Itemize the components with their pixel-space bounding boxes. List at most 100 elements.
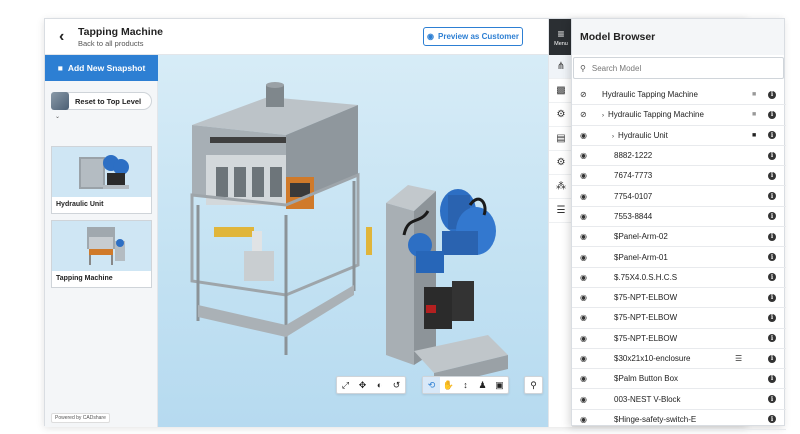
info-icon[interactable]: i bbox=[768, 415, 776, 424]
eye-icon[interactable]: ◉ bbox=[580, 374, 587, 383]
eye-icon[interactable]: ◉ bbox=[580, 253, 587, 262]
lock-icon[interactable]: ■ bbox=[752, 111, 756, 118]
info-icon[interactable]: i bbox=[768, 232, 776, 241]
snapshot-card-hydraulic-unit[interactable]: Hydraulic Unit bbox=[51, 146, 152, 214]
eye-icon[interactable]: ◉ bbox=[580, 293, 587, 302]
tool-sidebar: ≡ Menu ⋔ ▩ ⚙ ▤ ⚙ ⁂ ☰ bbox=[548, 19, 573, 427]
tree-row[interactable]: ◉ 7674-7773 i bbox=[572, 166, 786, 187]
info-icon[interactable]: i bbox=[768, 253, 776, 262]
info-icon[interactable]: i bbox=[768, 273, 776, 282]
info-icon[interactable]: i bbox=[768, 90, 776, 99]
eye-icon[interactable]: ◉ bbox=[580, 334, 587, 343]
info-icon[interactable]: i bbox=[768, 395, 776, 404]
contrast-icon[interactable]: ◐ bbox=[371, 377, 388, 393]
tree-row[interactable]: ◉ $75-NPT-ELBOW i bbox=[572, 308, 786, 329]
screenshot-icon[interactable]: ▣ bbox=[491, 377, 508, 393]
info-icon[interactable]: i bbox=[768, 131, 776, 140]
eye-icon[interactable]: ◉ bbox=[580, 212, 587, 221]
tree-row[interactable]: ◉ $Panel-Arm-01 i bbox=[572, 247, 786, 268]
eye-icon: ◉ bbox=[427, 32, 435, 41]
measure-icon[interactable]: ⚲ bbox=[525, 377, 542, 393]
eye-icon[interactable]: ◉ bbox=[580, 395, 587, 404]
tree-row[interactable]: ◉ $Hinge-safety-switch-E i bbox=[572, 410, 786, 431]
reset-rotate-icon[interactable]: ↺ bbox=[388, 377, 405, 393]
search-input[interactable] bbox=[591, 63, 762, 73]
tree-row[interactable]: ◉ $30x21x10-enclosure ☰ i bbox=[572, 349, 786, 370]
tree-row[interactable]: ◉ $.75X4.0.S.H.C.S i bbox=[572, 268, 786, 288]
eye-icon[interactable]: ◉ bbox=[580, 273, 587, 282]
hamburger-icon: ≡ bbox=[557, 26, 565, 41]
tree-row-label: Hydraulic Tapping Machine bbox=[608, 110, 704, 120]
settings-gears-icon[interactable]: ⚙ bbox=[549, 103, 573, 127]
tree-row[interactable]: ⊘ › Hydraulic Tapping Machine ■ i bbox=[572, 105, 786, 126]
pan-hand-icon[interactable]: ✋ bbox=[440, 377, 457, 393]
eye-slash-icon[interactable]: ⊘ bbox=[580, 110, 587, 119]
tree-row-label: $30x21x10-enclosure bbox=[614, 354, 691, 363]
info-icon[interactable]: i bbox=[768, 192, 776, 201]
eye-icon[interactable]: ◉ bbox=[580, 151, 587, 160]
walk-icon[interactable]: ♟ bbox=[474, 377, 491, 393]
list-icon[interactable]: ☰ bbox=[735, 354, 742, 363]
eye-icon[interactable]: ◉ bbox=[580, 131, 587, 140]
snapshot-thumbnail bbox=[52, 147, 151, 197]
add-snapshot-button[interactable]: ■ Add New Snapshot bbox=[45, 55, 158, 81]
model-tree-icon[interactable]: ⋔ bbox=[549, 55, 573, 79]
tree-row[interactable]: ◉ 003-NEST V-Block i bbox=[572, 389, 786, 410]
clipboard-icon[interactable]: ▤ bbox=[549, 127, 573, 151]
tree-row-label: $Panel-Arm-02 bbox=[614, 232, 668, 242]
chevron-down-icon[interactable]: ⌄ bbox=[55, 113, 60, 120]
snapshot-panel: ■ Add New Snapshot Reset to Top Level ⌄ … bbox=[45, 55, 158, 427]
chevron-right-icon[interactable]: › bbox=[602, 113, 604, 119]
back-link[interactable]: Back to all products bbox=[78, 39, 143, 48]
tree-row[interactable]: ◉ 7754-0107 i bbox=[572, 186, 786, 207]
3d-viewport[interactable]: ⤢ ✥ ◐ ↺ ⟲ ✋ ↕ ♟ ▣ ⚲ bbox=[158, 55, 548, 427]
info-icon[interactable]: i bbox=[768, 110, 776, 119]
tree-row[interactable]: ◉ › Hydraulic Unit ■ i bbox=[572, 126, 786, 146]
info-icon[interactable]: i bbox=[768, 171, 776, 180]
lock-icon[interactable]: ■ bbox=[752, 132, 756, 139]
fit-view-icon[interactable]: ⤢ bbox=[337, 377, 354, 393]
snapshot-card-tapping-machine[interactable]: Tapping Machine bbox=[51, 220, 152, 288]
sliders-icon[interactable]: ☰ bbox=[549, 199, 573, 223]
reset-to-top-level-button[interactable]: Reset to Top Level bbox=[51, 92, 152, 110]
eye-icon[interactable]: ◉ bbox=[580, 313, 587, 322]
eye-icon[interactable]: ◉ bbox=[580, 192, 587, 201]
info-icon[interactable]: i bbox=[768, 374, 776, 383]
info-icon[interactable]: i bbox=[768, 293, 776, 302]
top-bar: ‹ Tapping Machine Back to all products ◉… bbox=[45, 19, 548, 55]
cogs-icon[interactable]: ⚙ bbox=[549, 151, 573, 175]
eye-icon[interactable]: ◉ bbox=[580, 354, 587, 363]
tree-row[interactable]: ◉ 7553-8844 i bbox=[572, 207, 786, 228]
info-icon[interactable]: i bbox=[768, 151, 776, 160]
tree-row[interactable]: ◉ $75-NPT-ELBOW i bbox=[572, 288, 786, 309]
preview-as-customer-button[interactable]: ◉ Preview as Customer bbox=[423, 27, 523, 46]
lock-icon[interactable]: ■ bbox=[752, 91, 756, 98]
eye-slash-icon[interactable]: ⊘ bbox=[580, 90, 587, 99]
cubes-icon[interactable]: ⁂ bbox=[549, 175, 573, 199]
tree-row[interactable]: ⊘ Hydraulic Tapping Machine ■ i bbox=[572, 85, 786, 106]
tree-row[interactable]: ◉ 8882-1222 i bbox=[572, 146, 786, 167]
chevron-right-icon[interactable]: › bbox=[612, 134, 614, 140]
parts-icon[interactable]: ▩ bbox=[549, 79, 573, 103]
info-icon[interactable]: i bbox=[768, 212, 776, 221]
interaction-toolbar: ⟲ ✋ ↕ ♟ ▣ bbox=[422, 376, 509, 394]
back-chevron-icon[interactable]: ‹ bbox=[59, 29, 73, 45]
explode-icon[interactable]: ↕ bbox=[457, 377, 474, 393]
eye-icon[interactable]: ◉ bbox=[580, 171, 587, 180]
info-icon[interactable]: i bbox=[768, 354, 776, 363]
view-toolbar: ⤢ ✥ ◐ ↺ bbox=[336, 376, 406, 394]
tree-row[interactable]: ◉ $Palm Button Box i bbox=[572, 369, 786, 390]
orbit-icon[interactable]: ⟲ bbox=[423, 377, 440, 393]
eye-icon[interactable]: ◉ bbox=[580, 232, 587, 241]
tree-row-label: $Hinge-safety-switch-E bbox=[614, 414, 697, 424]
model-browser-panel: Model Browser ⚲ ⊘ Hydraulic Tapping Machi… bbox=[571, 18, 786, 431]
tree-row[interactable]: ◉ $75-NPT-ELBOW i bbox=[572, 329, 786, 349]
info-icon[interactable]: i bbox=[768, 334, 776, 343]
menu-button[interactable]: ≡ Menu bbox=[549, 19, 573, 55]
info-icon[interactable]: i bbox=[768, 313, 776, 322]
page-title: Tapping Machine bbox=[78, 26, 163, 38]
tapping-machine-model bbox=[190, 82, 508, 387]
eye-icon[interactable]: ◉ bbox=[580, 415, 587, 424]
move-icon[interactable]: ✥ bbox=[354, 377, 371, 393]
tree-row[interactable]: ◉ $Panel-Arm-02 i bbox=[572, 227, 786, 248]
